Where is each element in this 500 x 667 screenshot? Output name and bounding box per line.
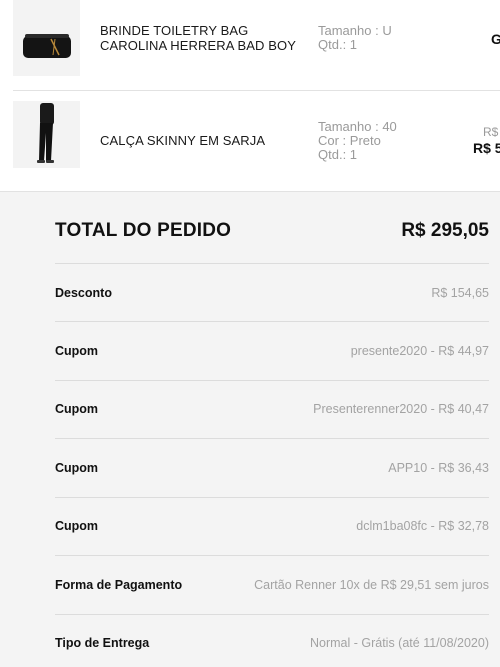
coupon-separator: - [427, 402, 439, 416]
product-image [13, 101, 80, 168]
discount-row: Desconto R$ 154,65 [55, 286, 489, 306]
product-size: Tamanho : U [318, 23, 392, 38]
cart-item[interactable]: BRINDE TOILETRY BAG CAROLINA HERRERA BAD… [0, 0, 500, 90]
coupon-separator: - [427, 519, 439, 533]
divider [55, 263, 489, 264]
payment-method-label: Forma de Pagamento [55, 578, 183, 592]
coupon-row: Cupom presente2020 - R$ 44,97 [55, 344, 489, 364]
product-name: BRINDE TOILETRY BAG CAROLINA HERRERA BAD… [100, 23, 297, 53]
divider [55, 380, 489, 381]
coupon-separator: - [427, 461, 439, 475]
coupon-code: presente2020 [350, 344, 428, 358]
order-total-value: R$ 295,05 [401, 220, 489, 241]
order-total-label: TOTAL DO PEDIDO [55, 220, 232, 241]
coupon-amount: R$ 36,43 [438, 461, 489, 475]
product-old-price: R$ [483, 125, 499, 139]
coupon-row: Cupom dclm1ba08fc - R$ 32,78 [55, 519, 489, 539]
coupon-amount: R$ 32,78 [438, 519, 489, 533]
divider [55, 497, 489, 498]
product-price: G [491, 31, 500, 47]
coupon-value: presente2020 - R$ 44,97 [351, 344, 489, 358]
delivery-type-value: Normal - Grátis (até 11/08/2020) [309, 636, 489, 650]
coupon-row: Cupom Presenterenner2020 - R$ 40,47 [55, 402, 489, 422]
delivery-type-label: Tipo de Entrega [55, 636, 150, 650]
divider [55, 555, 489, 556]
discount-value: R$ 154,65 [431, 286, 489, 300]
product-image [13, 0, 80, 76]
coupon-row: Cupom APP10 - R$ 36,43 [55, 461, 489, 481]
coupon-value: Presenterenner2020 - R$ 40,47 [313, 402, 489, 416]
coupon-amount: R$ 44,97 [438, 344, 489, 358]
cart-item[interactable]: CALÇA SKINNY EM SARJA Tamanho : 40 Cor :… [0, 91, 500, 191]
product-quantity: Qtd.: 1 [318, 147, 358, 162]
payment-method-value: Cartão Renner 10x de R$ 29,51 sem juros [254, 578, 489, 592]
coupon-code: dclm1ba08fc [356, 519, 428, 533]
divider [55, 321, 489, 322]
payment-method-row: Forma de Pagamento Cartão Renner 10x de … [55, 578, 489, 598]
coupon-value: dclm1ba08fc - R$ 32,78 [356, 519, 489, 533]
order-total-row: TOTAL DO PEDIDO R$ 295,05 [55, 214, 489, 250]
product-price: R$ 5 [473, 140, 500, 156]
divider [55, 438, 489, 439]
coupon-label: Cupom [55, 344, 99, 358]
product-attributes: Tamanho : 40 Cor : Preto Qtd.: 1 [318, 120, 397, 162]
product-name: CALÇA SKINNY EM SARJA [100, 133, 266, 148]
coupon-amount: R$ 40,47 [438, 402, 489, 416]
coupon-label: Cupom [55, 402, 99, 416]
cart-items-panel: BRINDE TOILETRY BAG CAROLINA HERRERA BAD… [0, 0, 500, 192]
coupon-label: Cupom [55, 519, 99, 533]
coupon-code: Presenterenner2020 [313, 402, 428, 416]
coupon-label: Cupom [55, 461, 99, 475]
discount-label: Desconto [55, 286, 112, 300]
product-attributes: Tamanho : U Qtd.: 1 [318, 24, 392, 52]
delivery-type-row: Tipo de Entrega Normal - Grátis (até 11/… [55, 636, 489, 656]
product-size: Tamanho : 40 [318, 119, 397, 134]
product-color: Cor : Preto [318, 133, 381, 148]
coupon-code: APP10 [388, 461, 428, 475]
coupon-separator: - [427, 344, 439, 358]
product-quantity: Qtd.: 1 [318, 37, 358, 52]
coupon-value: APP10 - R$ 36,43 [388, 461, 489, 475]
divider [55, 614, 489, 615]
